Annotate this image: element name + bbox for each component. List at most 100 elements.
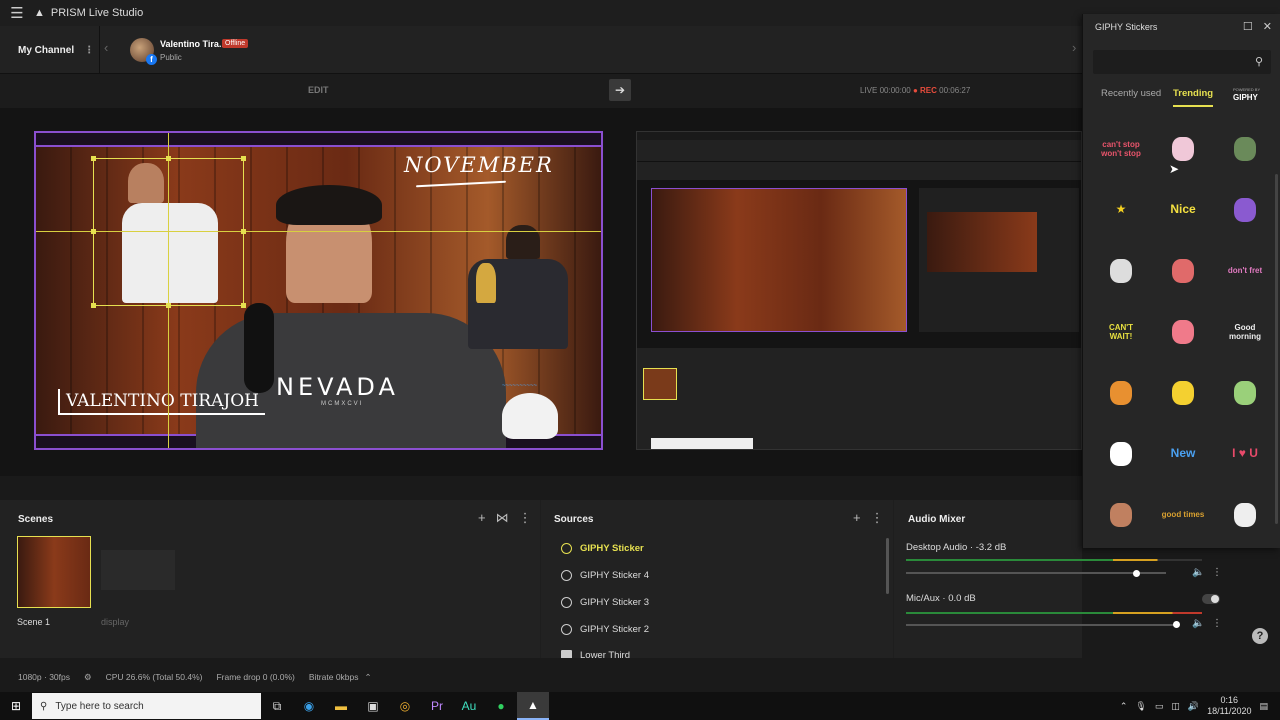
cat-sticker[interactable] xyxy=(1091,362,1151,423)
star-sticker[interactable]: ★ xyxy=(1091,179,1151,240)
volume-icon[interactable]: 🔊 xyxy=(1188,701,1199,712)
new-sticker[interactable]: New xyxy=(1153,423,1213,484)
tab-trending[interactable]: Trending xyxy=(1173,88,1214,107)
sun-sticker[interactable] xyxy=(1153,362,1213,423)
november-sticker[interactable]: NOVEMBER xyxy=(404,153,554,177)
good-morning-sticker[interactable]: Good morning xyxy=(1215,301,1275,362)
my-channel-button[interactable]: My Channel ⋮ xyxy=(0,26,100,74)
microphone-icon[interactable]: 🎙 xyxy=(1135,701,1146,712)
taskbar-search[interactable]: ⚲ Type here to search xyxy=(32,693,261,719)
chevron-left-icon[interactable]: ‹ xyxy=(104,40,108,55)
program-preview-canvas[interactable] xyxy=(636,131,1082,450)
task-view-icon[interactable]: ⧉ xyxy=(261,692,293,720)
resize-handle[interactable] xyxy=(166,156,171,161)
windows-start-icon[interactable]: ⊞ xyxy=(0,692,32,720)
more-options-icon[interactable]: ⋮ xyxy=(1212,618,1222,629)
source-item[interactable]: GIPHY Sticker xyxy=(561,543,644,554)
dont-fret-sticker[interactable]: don't fret xyxy=(1215,240,1275,301)
hat-face-sticker[interactable] xyxy=(1153,118,1213,179)
source-item[interactable]: GIPHY Sticker 2 xyxy=(561,624,649,635)
tab-recently-used[interactable]: Recently used xyxy=(1101,88,1161,99)
bottom-docks: Scenes + ⋈ ⋮ Scene 1 display Sources + ⋮… xyxy=(0,500,1222,658)
phone-sticker[interactable] xyxy=(1215,179,1275,240)
resize-handle[interactable] xyxy=(91,156,96,161)
i-love-u-sticker[interactable]: I ♥ U xyxy=(1215,423,1275,484)
lower-third-name[interactable]: VALENTINO TIRAJOH xyxy=(58,389,265,415)
more-options-icon[interactable]: ⋮ xyxy=(519,510,532,526)
resize-handle[interactable] xyxy=(241,156,246,161)
source-label: GIPHY Sticker xyxy=(580,543,644,554)
cartoon-sticker[interactable] xyxy=(1215,362,1275,423)
bear-sticker[interactable] xyxy=(1215,484,1275,545)
chevron-right-icon[interactable]: › xyxy=(1072,40,1076,55)
zombie-sticker[interactable] xyxy=(1215,118,1275,179)
clock[interactable]: 0:16 18/11/2020 xyxy=(1207,695,1251,717)
add-icon[interactable]: + xyxy=(478,510,486,526)
giphy-search-input[interactable]: ⚲ xyxy=(1093,50,1271,74)
avatar[interactable]: f xyxy=(130,38,157,65)
add-icon[interactable]: + xyxy=(853,510,861,526)
battery-icon[interactable]: ▭ xyxy=(1155,701,1164,712)
plant-sticker[interactable] xyxy=(1153,240,1213,301)
cant-wait-sticker[interactable]: CAN'T WAIT! xyxy=(1091,301,1151,362)
shirt-subtext: MCMXCVI xyxy=(321,401,364,407)
chevron-up-icon[interactable]: ⌃ xyxy=(365,672,372,683)
desktop-audio-fader-knob[interactable] xyxy=(1133,570,1140,577)
scrollbar[interactable] xyxy=(886,538,889,594)
more-options-icon[interactable]: ⋮ xyxy=(871,510,884,526)
transition-icon[interactable]: ⋈ xyxy=(496,510,509,526)
flower-sticker[interactable] xyxy=(1153,301,1213,362)
selection-box[interactable] xyxy=(93,158,244,306)
sticker-shape xyxy=(1110,258,1132,283)
cant-stop-sticker[interactable]: can't stop won't stop xyxy=(1091,118,1151,179)
edge-browser-icon[interactable]: ◉ xyxy=(293,692,325,720)
giphy-stickers-panel: GIPHY Stickers ☐ ✕ ⚲ Recently used Trend… xyxy=(1082,14,1280,548)
hamburger-menu-icon[interactable]: ☰ xyxy=(0,0,34,26)
spotify-icon[interactable]: ● xyxy=(485,692,517,720)
help-icon[interactable]: ? xyxy=(1252,628,1268,644)
mic-aux-fader[interactable] xyxy=(906,624,1176,626)
source-item[interactable]: Lower Third xyxy=(561,650,630,658)
more-options-icon[interactable]: ⋮ xyxy=(1212,567,1222,578)
close-icon[interactable]: ✕ xyxy=(1263,20,1272,33)
bear-caption: ~~~~~~~~~~ xyxy=(502,383,538,389)
good-times-sticker[interactable]: good times xyxy=(1153,484,1213,545)
store-icon[interactable]: ▣ xyxy=(357,692,389,720)
source-item[interactable]: GIPHY Sticker 4 xyxy=(561,570,649,581)
mic-toggle[interactable] xyxy=(1202,594,1220,604)
speaker-icon[interactable]: 🔈 xyxy=(1192,567,1204,578)
maximize-icon[interactable]: ☐ xyxy=(1243,20,1253,33)
desktop-audio-fader[interactable] xyxy=(906,572,1166,574)
cpu-label: CPU 26.6% (Total 50.4%) xyxy=(105,672,203,682)
speaker-icon[interactable]: 🔈 xyxy=(1192,618,1204,629)
resize-handle[interactable] xyxy=(91,229,96,234)
settings-icon[interactable]: ⚙ xyxy=(84,672,92,683)
audition-icon[interactable]: Au xyxy=(453,692,485,720)
resize-handle[interactable] xyxy=(166,303,171,308)
speech-bubble-sticker[interactable] xyxy=(1091,423,1151,484)
scene-thumbnail-1[interactable] xyxy=(17,536,91,608)
robot-sticker[interactable] xyxy=(1091,240,1151,301)
scene-thumbnail-2[interactable] xyxy=(101,550,175,590)
transition-button[interactable]: ➔ xyxy=(609,79,631,101)
file-explorer-icon[interactable]: ▬ xyxy=(325,692,357,720)
chrome-icon[interactable]: ◎ xyxy=(389,692,421,720)
scrollbar[interactable] xyxy=(1275,174,1278,524)
sources-panel: Sources + ⋮ GIPHY Sticker GIPHY Sticker … xyxy=(541,500,893,658)
giphy-title: GIPHY Stickers xyxy=(1095,22,1158,32)
polar-bear-sticker[interactable] xyxy=(502,393,558,439)
more-options-icon[interactable]: ⋮ xyxy=(84,45,94,56)
resize-handle[interactable] xyxy=(241,303,246,308)
prism-taskbar-icon[interactable]: ▲ xyxy=(517,692,549,720)
premiere-pro-icon[interactable]: Pr xyxy=(421,692,453,720)
network-icon[interactable]: ◫ xyxy=(1171,701,1180,712)
resize-handle[interactable] xyxy=(241,229,246,234)
source-item[interactable]: GIPHY Sticker 3 xyxy=(561,597,649,608)
hand-sticker[interactable] xyxy=(1091,484,1151,545)
edit-preview-canvas[interactable]: NOVEMBER NEVADA MCMXCVI ~~~~~~~~~~ VALEN… xyxy=(34,131,603,450)
nice-sticker[interactable]: Nice xyxy=(1153,179,1213,240)
chevron-up-icon[interactable]: ⌃ xyxy=(1120,701,1128,712)
resize-handle[interactable] xyxy=(91,303,96,308)
notification-icon[interactable]: ▤ xyxy=(1259,701,1268,712)
mic-aux-fader-knob[interactable] xyxy=(1173,621,1180,628)
